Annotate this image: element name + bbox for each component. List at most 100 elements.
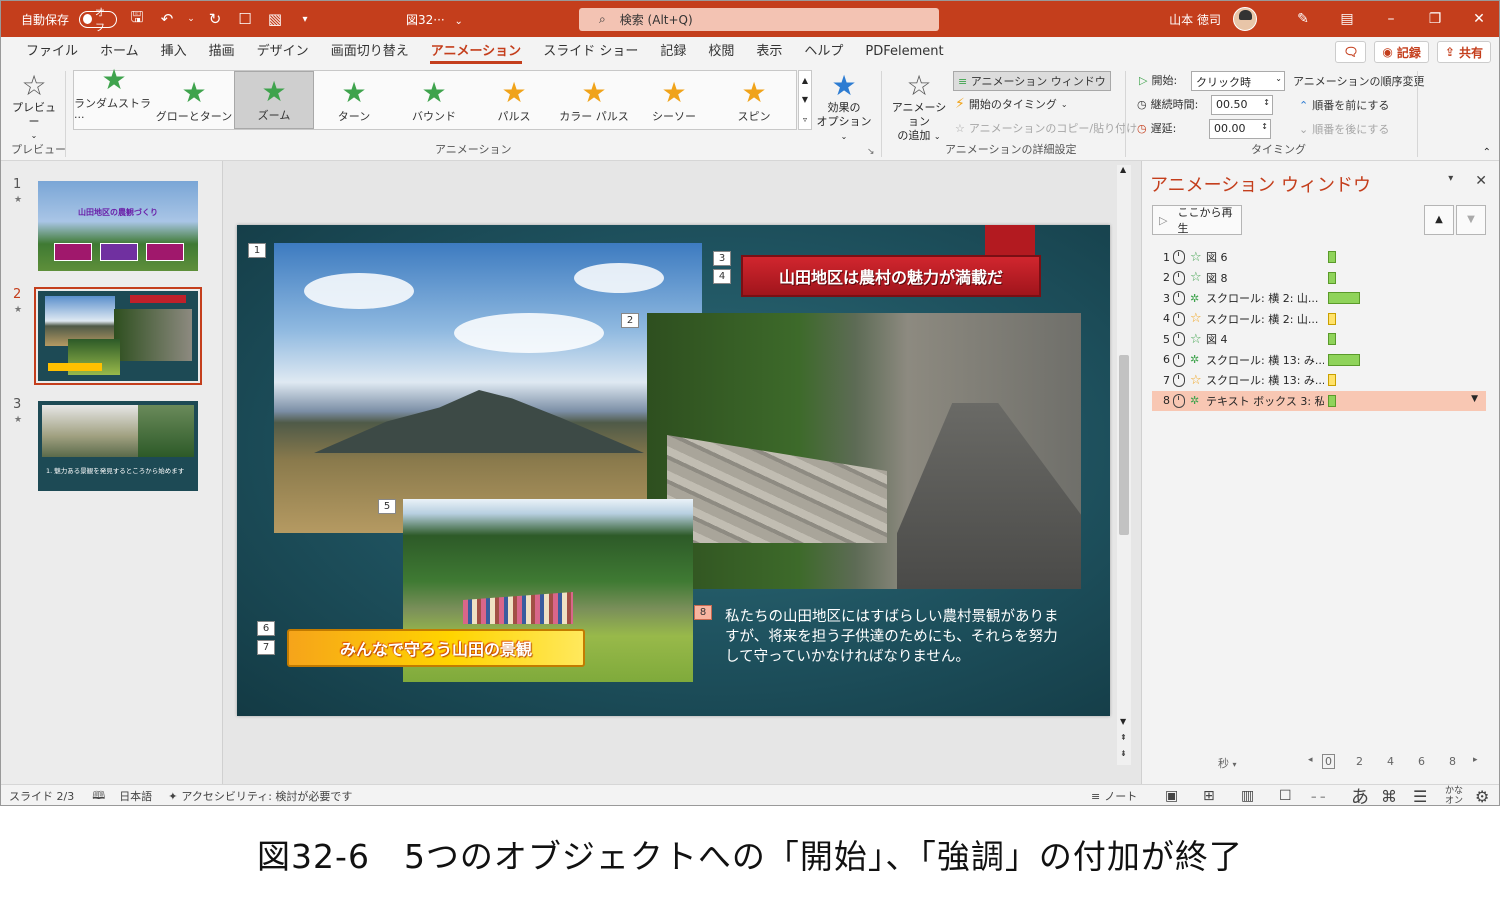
scroll-down-icon[interactable]: ▼	[1120, 717, 1126, 726]
effect-5[interactable]: ★ パルス	[474, 71, 554, 129]
move-down-button[interactable]: ▼	[1456, 205, 1486, 235]
share-button[interactable]: ⇪ 共有	[1436, 41, 1491, 63]
search-input[interactable]: ⌕ 検索 (Alt+Q)	[579, 8, 939, 31]
effect-6[interactable]: ★ カラー パルス	[554, 71, 634, 129]
tab-12[interactable]: PDFelement	[854, 37, 954, 67]
tab-8[interactable]: 記録	[649, 37, 697, 67]
effect-4[interactable]: ★ バウンド	[394, 71, 474, 129]
animation-tag[interactable]: 1	[248, 243, 266, 258]
animation-item[interactable]: 4 ☆ スクロール: 横 2: 山...	[1152, 309, 1486, 330]
tab-3[interactable]: 描画	[198, 37, 246, 67]
photo-road[interactable]	[647, 313, 1081, 589]
close-icon[interactable]: ✕	[1457, 11, 1499, 27]
notes-button[interactable]: ≡ ノート	[1091, 788, 1137, 804]
ime-tool-icon[interactable]: ⌘	[1381, 787, 1397, 806]
normal-view-icon[interactable]: ▣	[1165, 788, 1178, 804]
start-select[interactable]: クリック時 ⌄	[1191, 71, 1285, 91]
add-animation-button[interactable]: ☆ アニメーション の追加 ⌄	[887, 71, 951, 144]
animation-tag[interactable]: 8	[694, 605, 712, 620]
effect-1[interactable]: ★ グローとターン	[154, 71, 234, 129]
more-icon[interactable]: ▿	[803, 115, 807, 124]
effect-8[interactable]: ★ スピン	[714, 71, 794, 129]
close-icon[interactable]: ✕	[1475, 173, 1487, 189]
effect-7[interactable]: ★ シーソー	[634, 71, 714, 129]
scroll-up-icon[interactable]: ▲	[1120, 165, 1126, 174]
effect-2[interactable]: ★ ズーム	[234, 71, 314, 129]
timing-bar[interactable]	[1328, 271, 1336, 284]
scroll-down-icon[interactable]: ▼	[802, 95, 808, 104]
play-from-button[interactable]: ▷ ここから再生	[1152, 205, 1242, 235]
timing-bar[interactable]	[1328, 251, 1336, 263]
animation-item[interactable]: 2 ☆ 図 8	[1152, 268, 1486, 289]
animation-painter-button[interactable]: ☆ アニメーションのコピー/貼り付け	[955, 120, 1137, 136]
avatar[interactable]	[1233, 7, 1257, 31]
ime-pad-icon[interactable]: ☰	[1413, 787, 1427, 806]
dialog-launcher-icon[interactable]: ↘	[867, 147, 875, 157]
duration-input[interactable]: 00.50 ↕	[1211, 95, 1273, 115]
tab-5[interactable]: 画面切り替え	[320, 37, 420, 67]
timing-bar[interactable]	[1328, 333, 1336, 345]
chevron-down-icon[interactable]: ▼	[1471, 394, 1478, 404]
animation-tag[interactable]: 7	[257, 640, 275, 655]
animation-tag[interactable]: 6	[257, 621, 275, 636]
tab-11[interactable]: ヘルプ	[793, 37, 854, 67]
bottom-banner[interactable]: みんなで守ろう山田の景観	[287, 629, 585, 667]
comments-button[interactable]: 🗨	[1335, 41, 1367, 63]
animation-pane-button[interactable]: ≡ アニメーション ウィンドウ	[953, 71, 1111, 91]
presentation-icon[interactable]: ☐	[235, 10, 255, 28]
timeline-left-icon[interactable]: ◂	[1308, 755, 1313, 765]
timing-bar[interactable]	[1328, 353, 1360, 366]
preview-button[interactable]: ☆ プレビュー ⌄	[9, 71, 59, 143]
animation-tag[interactable]: 5	[378, 499, 396, 514]
slideshow-icon[interactable]: ☐	[1279, 788, 1292, 804]
customize-icon[interactable]: ▾	[295, 14, 315, 25]
prev-slide-icon[interactable]: ⇞	[1120, 733, 1127, 742]
chevron-down-icon[interactable]: ⌄	[187, 14, 195, 24]
spellcheck-icon[interactable]: 🕮	[92, 787, 105, 806]
redo-icon[interactable]: ↻	[205, 10, 225, 28]
restore-icon[interactable]: ❐	[1413, 11, 1457, 27]
slide-thumbnail-1[interactable]: 山田地区の農観づくり	[38, 181, 198, 271]
animation-tag[interactable]: 3	[713, 251, 731, 266]
settings-icon[interactable]: ⚙	[1475, 787, 1489, 806]
effect-0[interactable]: ★ ランダムストラ···	[74, 65, 154, 129]
seconds-dropdown[interactable]: 秒 ▾	[1218, 755, 1237, 771]
timing-bar[interactable]	[1328, 374, 1336, 386]
delay-input[interactable]: 00.00 ↕	[1209, 119, 1271, 139]
animation-item[interactable]: 8 ✲ テキスト ボックス 3: 私... ▼	[1152, 390, 1486, 411]
timing-bar[interactable]	[1328, 312, 1336, 325]
title-banner[interactable]: 山田地区は農村の魅力が満載だ	[741, 255, 1041, 297]
minimize-icon[interactable]: –	[1369, 11, 1413, 27]
animation-tag[interactable]: 2	[621, 313, 639, 328]
trigger-button[interactable]: ⚡ 開始のタイミング ⌄	[955, 96, 1068, 112]
spinner-icon[interactable]: ↕	[1261, 122, 1268, 131]
tab-0[interactable]: ファイル	[15, 37, 89, 67]
slide-thumbnail-3[interactable]: 1. 魅力ある景観を発見するところから始めます	[38, 401, 198, 491]
ribbon-display-icon[interactable]: ▤	[1325, 11, 1369, 27]
move-up-button[interactable]: ▲	[1424, 205, 1454, 235]
save-icon[interactable]: 🖫	[127, 7, 147, 32]
zoom-slider[interactable]: – –	[1311, 790, 1326, 803]
tab-4[interactable]: デザイン	[246, 37, 320, 67]
timeline-right-icon[interactable]: ▸	[1473, 755, 1478, 765]
chevron-down-icon[interactable]: ▾	[1448, 173, 1453, 189]
photo-mountain[interactable]	[274, 243, 702, 533]
animation-item[interactable]: 6 ✲ スクロール: 横 13: み...	[1152, 350, 1486, 371]
tab-2[interactable]: 挿入	[150, 37, 198, 67]
tab-7[interactable]: スライド ショー	[532, 37, 649, 67]
tab-9[interactable]: 校閲	[697, 37, 745, 67]
accessibility-status[interactable]: ✦ アクセシビリティ: 検討が必要です	[168, 788, 352, 804]
animation-tag[interactable]: 4	[713, 269, 731, 284]
spinner-icon[interactable]: ↕	[1263, 98, 1270, 107]
reading-view-icon[interactable]: ▥	[1241, 788, 1254, 804]
animation-item[interactable]: 1 ☆ 図 6	[1152, 247, 1486, 268]
editor-scrollbar[interactable]: ▲ ▼ ⇞ ⇟	[1117, 165, 1131, 765]
animation-item[interactable]: 5 ☆ 図 4	[1152, 329, 1486, 350]
tab-10[interactable]: 表示	[745, 37, 793, 67]
ime-hiragana-icon[interactable]: あ	[1351, 783, 1369, 805]
scroll-thumb[interactable]	[1119, 355, 1129, 535]
slide-body-text[interactable]: 私たちの山田地区にはすばらしい農村景観がありますが、将来を担う子供達のためにも、…	[725, 607, 1065, 667]
timing-bar[interactable]	[1328, 292, 1360, 304]
effect-3[interactable]: ★ ターン	[314, 71, 394, 129]
record-button[interactable]: ◉ 記録	[1374, 41, 1429, 63]
